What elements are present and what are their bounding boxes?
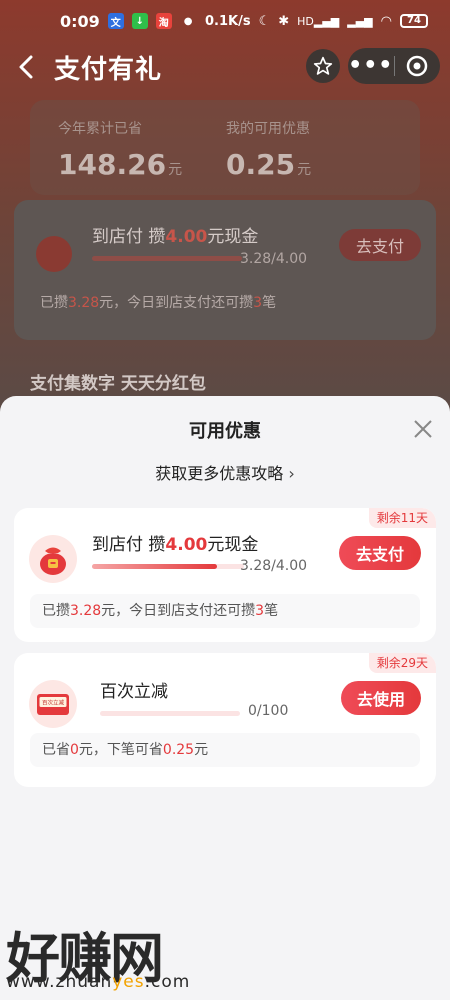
saved-unit: 元 [168,162,183,178]
more-link-label: 获取更多优惠攻略 [155,464,284,483]
bg-section-title: 支付集数字 天天分红包 [30,374,206,394]
network-speed: 0.1K/s [204,13,251,29]
progress-fill [92,564,217,569]
notification-dot-icon: ● [183,15,193,27]
battery-icon: 74 [400,14,428,28]
detail-next-amount: 0.25 [162,742,195,758]
progress-bar [92,564,244,569]
days-left-badge: 剩余11天 [368,508,436,528]
signal-icon: HD▂▄▆ [297,14,340,28]
wifi-icon: ◠ [380,13,392,29]
card-icon-label: 百次立减 [42,699,65,707]
more-strategies-link[interactable]: 获取更多优惠攻略 › [0,460,450,484]
site-watermark: 好赚网 www.zhuanyes.com [0,908,450,1000]
saved-label: 今年累计已省 [58,121,142,137]
status-time: 0:09 [60,11,100,31]
bg-progress-text: 3.28/4.00 [240,251,308,267]
star-icon [313,56,333,75]
close-mini-program-button[interactable] [395,55,441,77]
coupon-title-prefix: 到店付 攒 [92,535,166,555]
bg-progress-bar [92,256,242,261]
money-bag-icon [36,236,72,272]
bg-sub-suffix: 笔 [262,295,277,311]
page-title: 支付有礼 [54,54,163,85]
bg-title-prefix: 到店付 攒 [92,227,166,247]
mini-program-capsule: ••• [348,48,440,84]
bluetooth-icon: ✱ [278,13,290,29]
discount-card-icon: 百次立减 [29,680,77,728]
signal-icon-2: ▂▄▆ [347,14,373,28]
bg-sub-prefix: 已攒 [40,295,68,311]
coupon-card-hundred-discount: 剩余29天 百次立减 百次立减 0/100 去使用 已省0元，下笔可省0.25元 [14,653,436,787]
pay-button[interactable]: 去支付 [339,536,421,570]
bg-coupon-title: 到店付 攒4.00元现金 [92,222,258,247]
detail-prefix: 已省 [42,742,70,758]
detail-suffix: 笔 [264,603,279,619]
target-circle-icon [407,55,428,77]
more-options-button[interactable]: ••• [348,55,394,77]
coupon-title-amount: 4.00 [165,535,208,555]
available-discount: 我的可用优惠 0.25 元 [226,118,311,181]
saved-amount: 148.26 [58,148,167,181]
favorite-button[interactable] [306,49,340,83]
bg-title-amount: 4.00 [165,227,208,247]
progress-bar [100,711,240,716]
coupon-detail: 已省0元，下笔可省0.25元 [30,733,420,767]
coupon-card-store-pay: 剩余11天 到店付 攒4.00元现金 3.28/4.00 去支付 已攒3.28元… [14,508,436,642]
back-button[interactable] [6,47,46,87]
bg-title-suffix: 元现金 [207,227,259,247]
bg-coupon-sub: 已攒3.28元，今日到店支付还可攒3笔 [40,292,276,312]
title-bar: 支付有礼 ••• [0,42,450,92]
detail-mid: 元，下笔可省 [78,742,163,758]
status-right: 0.1K/s ☾ ✱ HD▂▄▆ ▂▄▆ ◠ 74 [205,14,428,29]
background-coupon-card: 到店付 攒4.00元现金 3.28/4.00 去支付 已攒3.28元，今日到店支… [14,200,436,340]
bg-sub-amount: 3.28 [68,295,100,311]
sheet-title: 可用优惠 [189,421,261,442]
saved-this-year: 今年累计已省 148.26 元 [58,118,182,181]
coupon-detail: 已攒3.28元，今日到店支付还可攒3笔 [30,594,420,628]
download-notification-icon: ↓ [131,13,148,29]
progress-text: 0/100 [248,703,289,719]
watermark-url-highlight: yes [112,972,145,992]
bg-pay-button: 去支付 [339,229,421,261]
coupon-title-suffix: 元现金 [207,535,259,555]
detail-mid: 元，今日到店支付还可攒 [101,603,256,619]
watermark-url-suffix: .com [144,972,191,992]
days-left-badge: 剩余29天 [368,653,436,673]
money-bag-icon [29,535,77,583]
coupon-title: 百次立减 [100,682,168,702]
chevron-right-icon: › [288,464,295,483]
bg-sub-mid: 元，今日到店支付还可攒 [99,295,254,311]
detail-amount: 3.28 [70,603,102,619]
status-bar: 0:09 文 ↓ 淘 ● 0.1K/s ☾ ✱ HD▂▄▆ ▂▄▆ ◠ 74 [0,0,450,42]
coupon-title: 到店付 攒4.00元现金 [92,530,258,555]
detail-count: 3 [255,603,265,619]
saved-value: 148.26 元 [58,148,182,181]
progress-text: 3.28/4.00 [240,558,308,574]
savings-summary-card: 今年累计已省 148.26 元 我的可用优惠 0.25 元 [30,100,420,195]
available-label: 我的可用优惠 [226,121,310,137]
detail-suffix: 元 [194,742,209,758]
close-icon [414,420,432,438]
moon-icon: ☾ [258,13,271,29]
available-value: 0.25 元 [226,148,311,181]
app-notification-icon: 文 [107,13,124,29]
available-amount: 0.25 [226,148,296,181]
detail-prefix: 已攒 [42,603,70,619]
watermark-url: www.zhuanyes.com [6,972,190,992]
use-button[interactable]: 去使用 [341,681,421,715]
signal-label: HD [297,14,314,28]
chevron-left-icon [19,55,33,79]
detail-amount: 0 [70,742,79,758]
app-notification-icon-2: 淘 [155,13,172,29]
bg-sub-count: 3 [253,295,263,311]
watermark-url-prefix: www.zhuan [6,972,113,992]
available-unit: 元 [297,162,312,178]
close-sheet-button[interactable] [410,416,436,442]
